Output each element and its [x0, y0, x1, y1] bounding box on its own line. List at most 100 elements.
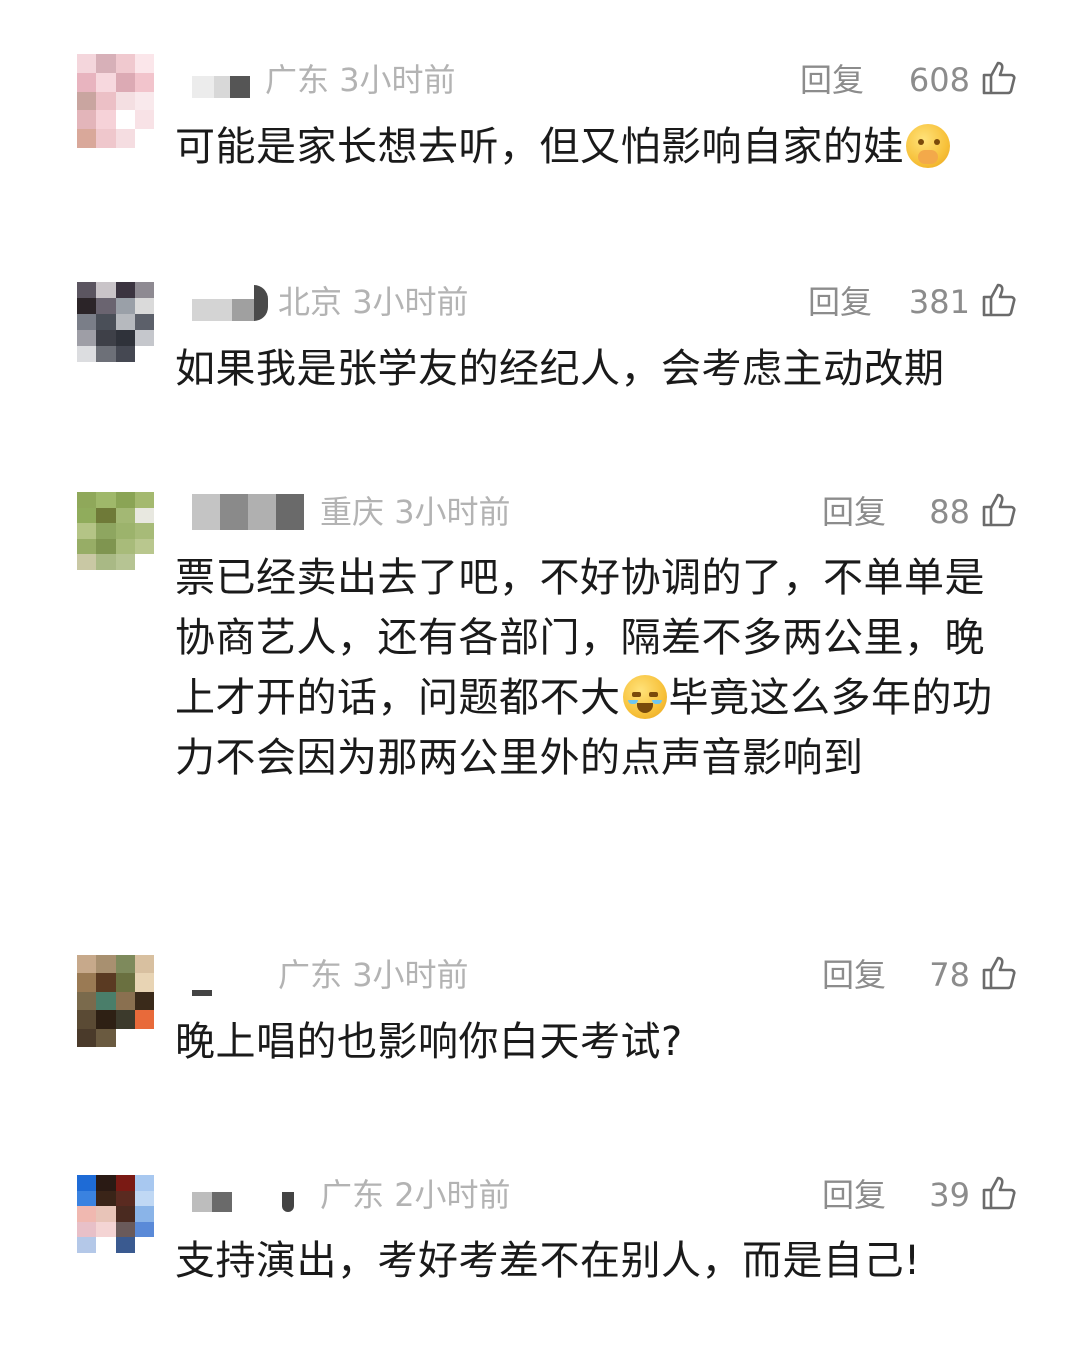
avatar-pixel — [96, 110, 116, 130]
avatar-pixel — [96, 298, 116, 314]
avatar-pixel — [134, 1010, 154, 1029]
avatar-pixel — [96, 991, 116, 1011]
avatar-pixel — [134, 554, 154, 570]
location: 重庆 — [320, 493, 385, 531]
avatar[interactable] — [77, 1175, 154, 1253]
avatar-pixel — [96, 1028, 116, 1047]
avatar-pixel — [96, 507, 116, 524]
avatar-pixel — [134, 72, 154, 92]
reply-button[interactable]: 回复 — [822, 955, 886, 995]
username-mask[interactable] — [192, 285, 268, 321]
location: 广东 — [278, 956, 343, 994]
avatar-pixel — [115, 538, 135, 555]
avatar-pixel — [134, 538, 154, 555]
avatar-pixel — [96, 538, 116, 555]
avatar-pixel — [115, 314, 135, 330]
comment-meta: 广东 2小时前 — [320, 1175, 511, 1215]
avatar-pixel — [77, 1190, 97, 1207]
location: 广东 — [320, 1176, 385, 1214]
avatar-pixel — [115, 346, 135, 362]
avatar-pixel — [77, 523, 97, 539]
crying-laughing-emoji — [622, 675, 667, 719]
thumbs-up-icon[interactable] — [980, 59, 1018, 97]
timestamp: 3小时前 — [339, 61, 456, 99]
username-mask[interactable] — [192, 1192, 294, 1212]
avatar-pixel — [134, 330, 154, 346]
avatar-pixel — [134, 110, 154, 130]
avatar-pixel — [77, 1237, 97, 1253]
avatar-pixel — [96, 1190, 116, 1207]
timestamp: 3小时前 — [394, 493, 511, 531]
username-mask[interactable] — [192, 494, 304, 530]
location: 北京 — [278, 283, 343, 321]
avatar-pixel — [77, 554, 97, 570]
avatar-pixel — [115, 298, 135, 314]
avatar-pixel — [77, 1028, 97, 1047]
thumbs-up-icon[interactable] — [980, 491, 1018, 529]
avatar-pixel — [134, 1206, 154, 1222]
timestamp: 2小时前 — [394, 1176, 511, 1214]
avatar-pixel — [115, 72, 135, 92]
reply-button[interactable]: 回复 — [800, 60, 864, 100]
comment-meta: 北京 3小时前 — [278, 282, 469, 322]
avatar-pixel — [134, 1237, 154, 1253]
avatar-pixel — [77, 991, 97, 1011]
avatar-pixel — [134, 1221, 154, 1238]
comment-text: 票已经卖出去了吧，不好协调的了，不单单是协商艺人，还有各部门，隔差不多两公里，晚… — [175, 555, 993, 781]
reply-button[interactable]: 回复 — [822, 492, 886, 532]
avatar-pixel — [77, 1010, 97, 1029]
comment-meta: 广东 3小时前 — [265, 60, 456, 100]
timestamp: 3小时前 — [352, 956, 469, 994]
reply-button[interactable]: 回复 — [822, 1175, 886, 1215]
avatar-pixel — [115, 1028, 135, 1047]
avatar-pixel — [96, 955, 116, 974]
avatar-pixel — [77, 973, 97, 992]
avatar-pixel — [96, 72, 116, 92]
avatar-pixel — [115, 330, 135, 346]
avatar-pixel — [96, 330, 116, 346]
avatar-pixel — [96, 91, 116, 111]
avatar-pixel — [96, 554, 116, 570]
avatar-pixel — [77, 282, 97, 298]
avatar-pixel — [77, 955, 97, 974]
avatar-pixel — [96, 1175, 116, 1191]
avatar-pixel — [96, 129, 116, 148]
thumbs-up-icon[interactable] — [980, 954, 1018, 992]
avatar-pixel — [134, 991, 154, 1011]
avatar[interactable] — [77, 282, 154, 362]
avatar-pixel — [134, 1190, 154, 1207]
avatar-pixel — [77, 129, 97, 148]
avatar-pixel — [77, 314, 97, 330]
avatar-pixel — [77, 54, 97, 73]
avatar-pixel — [77, 330, 97, 346]
reply-button[interactable]: 回复 — [808, 282, 872, 322]
avatar[interactable] — [77, 955, 154, 1047]
avatar-pixel — [77, 346, 97, 362]
like-count: 608 — [908, 61, 970, 99]
username-mask[interactable] — [192, 76, 250, 98]
thumbs-up-icon[interactable] — [980, 281, 1018, 319]
avatar-pixel — [134, 1028, 154, 1047]
avatar-pixel — [134, 523, 154, 539]
avatar-pixel — [115, 1010, 135, 1029]
thumbs-up-icon[interactable] — [980, 1174, 1018, 1212]
avatar-pixel — [115, 1237, 135, 1253]
avatar-pixel — [96, 492, 116, 508]
avatar-pixel — [134, 973, 154, 992]
avatar-pixel — [96, 1237, 116, 1253]
avatar-pixel — [96, 314, 116, 330]
avatar-pixel — [134, 54, 154, 73]
comment-text: 如果我是张学友的经纪人，会考虑主动改期 — [175, 346, 945, 392]
avatar[interactable] — [77, 54, 154, 148]
like-count: 381 — [908, 283, 970, 321]
avatar-pixel — [115, 129, 135, 148]
avatar-pixel — [96, 973, 116, 992]
avatar[interactable] — [77, 492, 154, 570]
avatar-pixel — [77, 1221, 97, 1238]
avatar-pixel — [77, 72, 97, 92]
avatar-pixel — [134, 282, 154, 298]
username-mask[interactable] — [192, 990, 212, 996]
avatar-pixel — [77, 538, 97, 555]
comment-text: 晚上唱的也影响你白天考试? — [175, 1019, 683, 1065]
avatar-pixel — [134, 955, 154, 974]
